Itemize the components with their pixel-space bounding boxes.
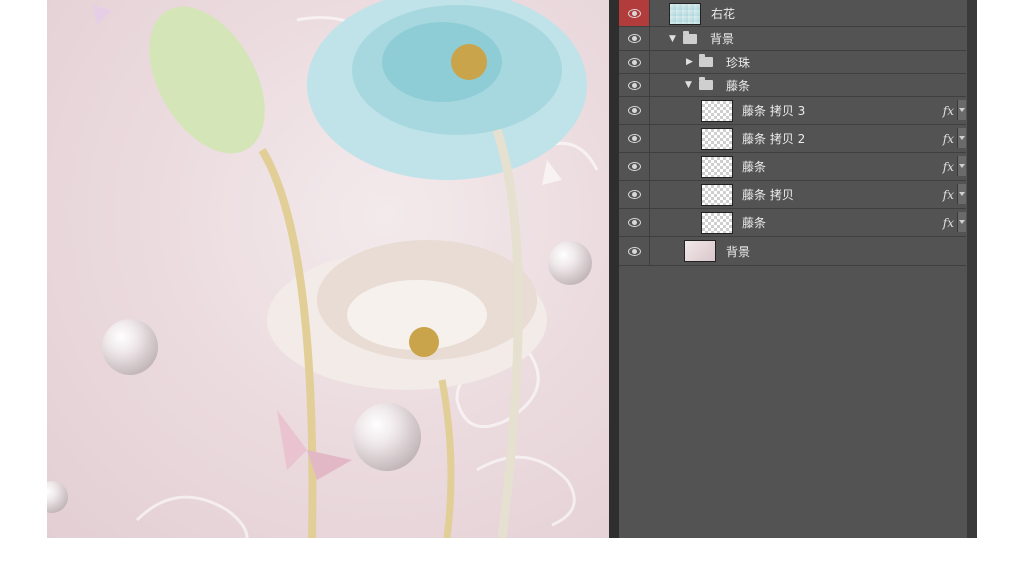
layers-panel: 右花 ▼ 背景 ▶ 珍珠 ▼ 藤条 藤条 拷贝 3 fx 藤条 拷贝 2 fx [619, 0, 967, 538]
folder-icon [683, 31, 697, 44]
chevron-down-icon[interactable] [957, 212, 966, 232]
artwork [47, 0, 599, 538]
visibility-toggle[interactable] [619, 97, 650, 124]
caret-down-icon[interactable]: ▼ [685, 74, 692, 96]
layer-row-right-flower[interactable]: 右花 [619, 0, 966, 27]
group-row-pearls[interactable]: ▶ 珍珠 [619, 51, 966, 74]
visibility-toggle[interactable] [619, 74, 650, 96]
caret-right-icon[interactable]: ▶ [686, 51, 693, 73]
chevron-down-icon[interactable] [957, 156, 966, 176]
effects-icon[interactable]: fx [943, 209, 954, 236]
visibility-toggle[interactable] [619, 0, 650, 26]
eye-icon [627, 134, 641, 143]
eye-icon [627, 57, 641, 67]
layer-name: 藤条 拷贝 3 [742, 104, 806, 118]
folder-icon [699, 54, 713, 67]
panel-divider [609, 0, 619, 538]
caret-down-icon[interactable]: ▼ [669, 27, 676, 50]
layer-row-vine-copy[interactable]: 藤条 拷贝 fx [619, 181, 966, 209]
chevron-down-icon[interactable] [957, 184, 966, 204]
chevron-down-icon[interactable] [957, 128, 966, 148]
layer-name: 藤条 拷贝 2 [742, 132, 806, 146]
layer-thumbnail [701, 128, 733, 150]
layer-row-vine-2[interactable]: 藤条 fx [619, 209, 966, 237]
layer-name: 右花 [711, 6, 736, 21]
eye-icon [627, 218, 641, 227]
layer-row-background[interactable]: 背景 [619, 237, 966, 266]
eye-icon [627, 162, 641, 171]
layer-row-vine-copy-2[interactable]: 藤条 拷贝 2 fx [619, 125, 966, 153]
eye-icon [627, 8, 641, 18]
folder-icon [699, 77, 713, 90]
group-name: 藤条 [726, 78, 751, 93]
layer-thumbnail [684, 240, 716, 262]
effects-icon[interactable]: fx [943, 125, 954, 152]
visibility-toggle[interactable] [619, 181, 650, 208]
eye-icon [627, 246, 641, 256]
layer-thumbnail [669, 3, 701, 25]
layer-row-vine-copy-3[interactable]: 藤条 拷贝 3 fx [619, 97, 966, 125]
layer-thumbnail [701, 156, 733, 178]
layer-name: 藤条 拷贝 [742, 188, 794, 202]
layer-name: 背景 [726, 244, 751, 259]
layer-name: 藤条 [742, 216, 767, 230]
effects-icon[interactable]: fx [943, 153, 954, 180]
visibility-toggle[interactable] [619, 153, 650, 180]
visibility-toggle[interactable] [619, 125, 650, 152]
layer-name: 藤条 [742, 160, 767, 174]
panel-scrollbar[interactable] [967, 0, 977, 538]
visibility-toggle[interactable] [619, 237, 650, 265]
group-row-background[interactable]: ▼ 背景 [619, 27, 966, 51]
eye-icon [627, 106, 641, 115]
visibility-toggle[interactable] [619, 209, 650, 236]
chevron-down-icon[interactable] [957, 100, 966, 120]
layer-thumbnail [701, 100, 733, 122]
group-name: 珍珠 [726, 55, 751, 70]
visibility-toggle[interactable] [619, 27, 650, 50]
layer-thumbnail [701, 212, 733, 234]
group-row-vines[interactable]: ▼ 藤条 [619, 74, 966, 97]
eye-icon [627, 80, 641, 90]
group-name: 背景 [710, 32, 735, 46]
layer-row-vine[interactable]: 藤条 fx [619, 153, 966, 181]
eye-icon [627, 34, 641, 43]
document-canvas[interactable] [47, 0, 610, 538]
effects-icon[interactable]: fx [943, 97, 954, 124]
visibility-toggle[interactable] [619, 51, 650, 73]
layer-thumbnail [701, 184, 733, 206]
eye-icon [627, 190, 641, 199]
effects-icon[interactable]: fx [943, 181, 954, 208]
